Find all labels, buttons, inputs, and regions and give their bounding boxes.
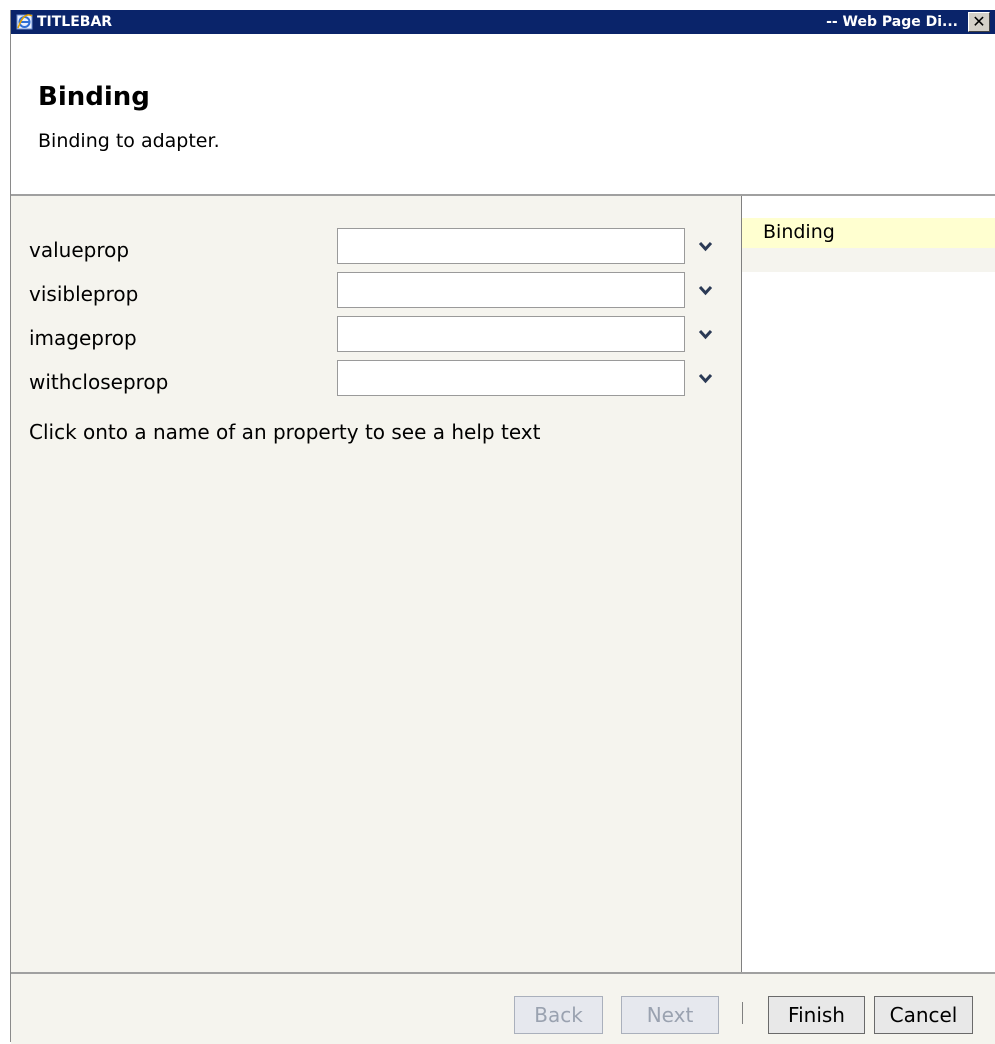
visibleprop-select[interactable] (337, 272, 685, 308)
property-label[interactable]: visibleprop (29, 282, 138, 306)
finish-button[interactable]: Finish (768, 996, 865, 1034)
window-title-suffix: -- Web Page Di... (826, 14, 958, 30)
help-hint-text: Click onto a name of an property to see … (29, 420, 541, 444)
wizard-footer: Back Next Finish Cancel (11, 972, 995, 1044)
chevron-down-icon (699, 330, 712, 340)
valueprop-dropdown-button[interactable] (691, 231, 719, 263)
close-button[interactable]: ✕ (968, 12, 990, 32)
wizard-window: TITLEBAR -- Web Page Di... ✕ Binding Bin… (10, 10, 995, 1044)
property-row-imageprop: imageprop (11, 316, 741, 356)
step-item-binding[interactable]: Binding (742, 218, 995, 248)
valueprop-select[interactable] (337, 228, 685, 264)
steps-panel-band (742, 248, 995, 272)
page-subtitle: Binding to adapter. (38, 130, 220, 152)
cancel-button[interactable]: Cancel (874, 996, 973, 1034)
chevron-down-icon (699, 374, 712, 384)
page-title: Binding (38, 82, 150, 112)
next-button[interactable]: Next (621, 996, 719, 1034)
chevron-down-icon (699, 242, 712, 252)
property-label[interactable]: imageprop (29, 326, 137, 350)
close-icon: ✕ (972, 12, 986, 31)
ie-icon (16, 13, 33, 30)
property-row-valueprop: valueprop (11, 228, 741, 268)
imageprop-select[interactable] (337, 316, 685, 352)
chevron-down-icon (699, 286, 712, 296)
step-item-label: Binding (763, 221, 835, 243)
property-row-visibleprop: visibleprop (11, 272, 741, 312)
property-row-withcloseprop: withcloseprop (11, 360, 741, 400)
withcloseprop-dropdown-button[interactable] (691, 363, 719, 395)
titlebar: TITLEBAR -- Web Page Di... ✕ (11, 10, 995, 34)
property-label[interactable]: withcloseprop (29, 370, 168, 394)
imageprop-dropdown-button[interactable] (691, 319, 719, 351)
wizard-header: Binding Binding to adapter. (11, 34, 995, 196)
property-panel: valueprop visibleprop imageprop withclos… (11, 196, 742, 972)
withcloseprop-select[interactable] (337, 360, 685, 396)
button-separator (742, 1002, 743, 1024)
visibleprop-dropdown-button[interactable] (691, 275, 719, 307)
back-button[interactable]: Back (514, 996, 603, 1034)
steps-panel: Binding (742, 196, 995, 972)
window-title: TITLEBAR (37, 14, 113, 30)
property-label[interactable]: valueprop (29, 238, 129, 262)
